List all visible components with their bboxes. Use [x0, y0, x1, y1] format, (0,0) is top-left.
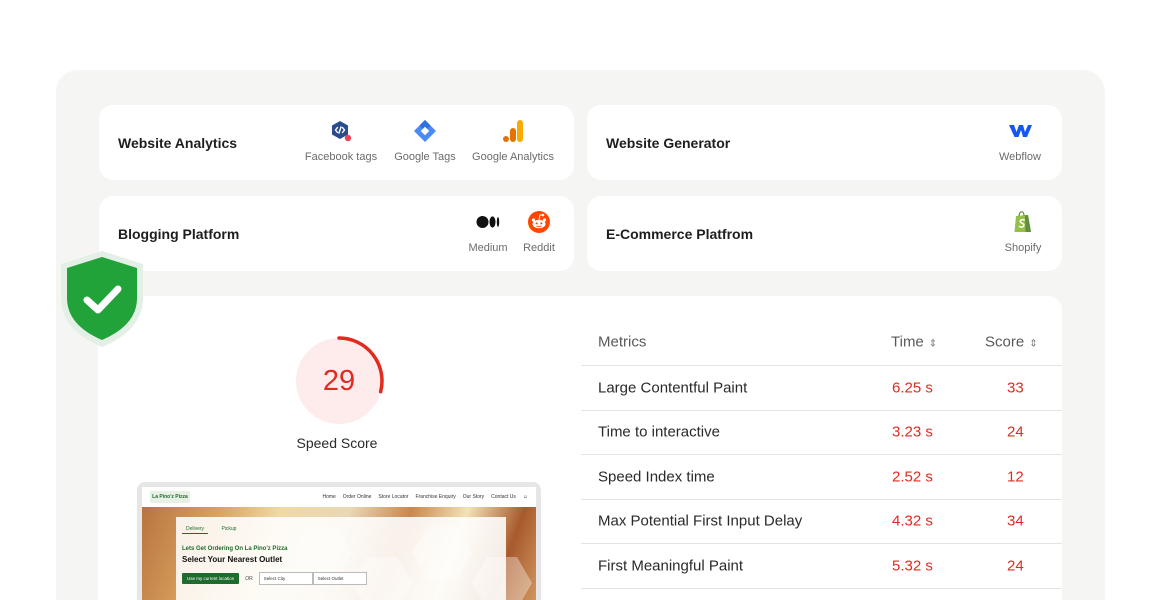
- metric-time: 5.32 s: [892, 557, 933, 575]
- tool-label: Webflow: [999, 151, 1041, 163]
- metric-name: Time to interactive: [598, 423, 720, 441]
- metric-name: Large Contentful Paint: [598, 379, 748, 397]
- preview-logo: La Pino'z Pizza: [150, 491, 190, 503]
- table-row: Large Contentful Paint 6.25 s 33: [581, 366, 1062, 411]
- preview-tab-delivery: Delivery: [182, 525, 209, 534]
- speed-score-value: 29: [322, 365, 356, 397]
- metrics-table: Metrics Time ⇕ Score ⇕ Large Contentful Pa…: [581, 319, 1062, 589]
- card-title: Website Generator: [606, 134, 731, 151]
- preview-select-city: Select City: [258, 572, 313, 585]
- metric-time: 6.25 s: [892, 379, 933, 397]
- tool-google-analytics[interactable]: Google Analytics: [468, 119, 558, 165]
- time-column-header[interactable]: Time ⇕: [891, 334, 937, 351]
- metric-name: Max Potential First Input Delay: [598, 512, 803, 530]
- metrics-column-header: Metrics: [598, 333, 647, 351]
- metric-score: 12: [1007, 468, 1024, 486]
- tool-facebook-tags[interactable]: Facebook tags: [296, 119, 386, 165]
- metric-name: First Meaningful Paint: [598, 557, 744, 575]
- preview-select-outlet: Select Outlet: [312, 572, 367, 585]
- card-website-generator: Website Generator Webflow: [587, 105, 1062, 180]
- tool-reddit[interactable]: Reddit: [494, 210, 584, 256]
- reddit-icon: [528, 211, 550, 233]
- facebook-tags-icon: [332, 121, 352, 142]
- preview-location-row: Use my current location OR Select City S…: [182, 572, 500, 585]
- card-title: Blogging Platform: [118, 225, 240, 242]
- preview-hero-image: Delivery Pickup Lets Get Ordering On La …: [142, 507, 536, 600]
- metric-time: 4.32 s: [892, 512, 933, 530]
- card-website-analytics: Website Analytics Facebook tags Google T…: [99, 105, 574, 180]
- preview-nav-link: Home: [322, 494, 336, 500]
- preview-or-text: OR: [245, 575, 253, 582]
- shield-check-icon: [61, 251, 143, 347]
- preview-navbar: La Pino'z Pizza Home Order Online Store …: [142, 487, 536, 507]
- metric-score: 24: [1007, 423, 1024, 441]
- table-row: Time to interactive 3.23 s 24: [581, 411, 1062, 455]
- preview-order-panel: Delivery Pickup Lets Get Ordering On La …: [176, 517, 506, 600]
- shopify-icon: [1014, 211, 1031, 232]
- sort-icon: ⇕: [928, 338, 938, 350]
- metric-time: 3.23 s: [892, 423, 933, 441]
- webflow-icon: [1009, 125, 1032, 137]
- preview-subtitle: Lets Get Ordering On La Pino'z Pizza: [182, 546, 288, 552]
- preview-location-button: Use my current location: [182, 573, 240, 584]
- metric-name: Speed Index time: [598, 468, 715, 486]
- performance-card: 29 Speed Score La Pino'z Pizza Home Orde…: [98, 296, 1062, 600]
- metric-score: 24: [1007, 557, 1024, 575]
- preview-nav-link: Contact Us: [491, 494, 516, 500]
- google-tags-icon: [414, 120, 436, 142]
- tool-label: Google Analytics: [472, 151, 554, 163]
- preview-tab-pickup: Pickup: [221, 526, 237, 532]
- speed-score-label: Speed Score: [296, 435, 378, 451]
- tool-label: Google Tags: [394, 151, 456, 163]
- card-title: Website Analytics: [118, 134, 238, 151]
- tool-label: Reddit: [523, 242, 555, 254]
- score-header-label: Score: [985, 333, 1025, 351]
- table-row: Max Potential First Input Delay 4.32 s 3…: [581, 500, 1062, 544]
- tool-google-tags[interactable]: Google Tags: [380, 119, 470, 165]
- metric-score: 33: [1007, 379, 1024, 397]
- tool-label: Facebook tags: [304, 151, 378, 163]
- tool-label: Shopify: [1004, 242, 1042, 254]
- table-row: Speed Index time 2.52 s 12: [581, 455, 1062, 500]
- metric-score: 34: [1007, 512, 1024, 530]
- preview-nav-link: Our Story: [462, 494, 485, 500]
- preview-nav-link: Order Online: [342, 494, 372, 500]
- table-row: First Meaningful Paint 5.32 s 24: [581, 544, 1062, 589]
- preview-heading: Select Your Nearest Outlet: [182, 555, 283, 564]
- tool-shopify[interactable]: Shopify: [978, 210, 1068, 256]
- google-analytics-icon: [503, 120, 523, 142]
- preview-nav-link: Store Locator: [378, 494, 409, 500]
- preview-nav-link: Franchise Enquiry: [415, 494, 456, 500]
- metrics-table-header: Metrics Time ⇕ Score ⇕: [581, 319, 1062, 366]
- time-header-label: Time: [891, 333, 924, 351]
- preview-order-tabs: Delivery Pickup: [182, 525, 500, 534]
- card-blogging-platform: Blogging Platform Medium Reddit: [99, 196, 574, 271]
- tool-webflow[interactable]: Webflow: [975, 119, 1065, 165]
- website-preview-screen: La Pino'z Pizza Home Order Online Store …: [142, 487, 536, 600]
- card-ecommerce-platform: E-Commerce Platfrom Shopify: [587, 196, 1062, 271]
- score-column-header[interactable]: Score ⇕: [985, 334, 1038, 351]
- user-icon: ☺: [522, 494, 528, 500]
- sort-icon: ⇕: [1029, 338, 1038, 350]
- website-preview: La Pino'z Pizza Home Order Online Store …: [137, 482, 541, 600]
- card-title: E-Commerce Platfrom: [606, 225, 754, 242]
- metric-time: 2.52 s: [892, 468, 933, 486]
